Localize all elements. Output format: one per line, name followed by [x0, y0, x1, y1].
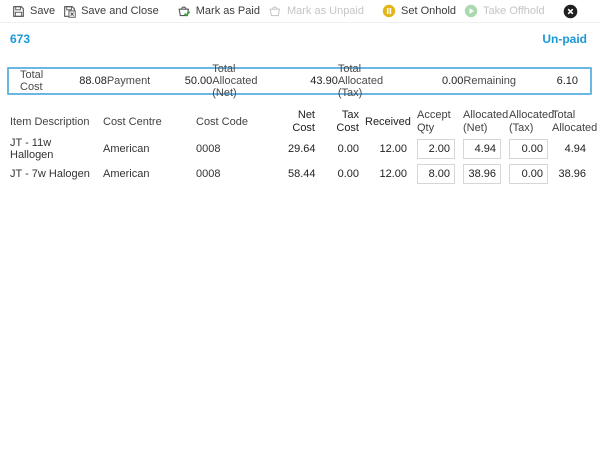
- summary-payment: Payment 50.00: [107, 75, 212, 87]
- summary-total-allocated-tax: Total Allocated (Tax) 0.00: [338, 63, 464, 99]
- summary-value: 6.10: [544, 75, 578, 87]
- table-row: JT - 7w Halogen American 0008 58.44 0.00…: [10, 161, 592, 186]
- record-id: 673: [10, 32, 30, 46]
- net-cost-cell: 29.64: [288, 143, 321, 155]
- col-header-item-description: Item Description: [10, 116, 103, 129]
- save-icon: [12, 5, 25, 18]
- col-header-total-allocated: Total Allocated: [552, 109, 592, 135]
- take-offhold-button[interactable]: Take Offhold: [460, 2, 549, 20]
- summary-value: 50.00: [178, 75, 212, 87]
- allocated-tax-input[interactable]: [509, 139, 548, 159]
- summary-label: Payment: [107, 75, 150, 87]
- allocated-net-input[interactable]: [463, 164, 501, 184]
- save-and-close-label: Save and Close: [81, 5, 159, 17]
- mark-as-paid-label: Mark as Paid: [196, 5, 260, 17]
- net-cost-cell: 58.44: [288, 168, 321, 180]
- col-header-net-cost: Net Cost: [288, 109, 321, 135]
- received-cell: 12.00: [365, 143, 413, 155]
- summary-label: Total Allocated (Tax): [338, 63, 402, 99]
- item-description-cell: JT - 7w Halogen: [10, 168, 103, 180]
- toolbar: Save Save and Close Mark as Paid: [0, 0, 600, 23]
- summary-label: Total Cost: [20, 69, 45, 93]
- summary-remaining: Remaining 6.10: [463, 75, 578, 87]
- play-circle-icon: [464, 4, 478, 18]
- col-header-allocated-net: Allocated (Net): [459, 109, 505, 135]
- save-and-close-button[interactable]: Save and Close: [59, 3, 163, 20]
- accept-qty-input[interactable]: [417, 164, 455, 184]
- col-header-accept-qty: Accept Qty: [413, 109, 459, 135]
- save-label: Save: [30, 5, 55, 17]
- col-header-cost-centre: Cost Centre: [103, 116, 196, 129]
- allocation-table: Item Description Cost Centre Cost Code N…: [10, 108, 592, 186]
- summary-value: 0.00: [429, 75, 463, 87]
- save-button[interactable]: Save: [8, 3, 59, 20]
- basket-unpaid-icon: [268, 4, 282, 18]
- total-allocated-cell: 38.96: [552, 168, 592, 180]
- summary-value: 88.08: [73, 75, 107, 87]
- clear-selection-button[interactable]: [559, 2, 582, 21]
- allocated-net-input[interactable]: [463, 139, 501, 159]
- tax-cost-cell: 0.00: [321, 143, 365, 155]
- cost-code-cell: 0008: [196, 143, 288, 155]
- mark-as-paid-button[interactable]: Mark as Paid: [173, 2, 264, 20]
- received-cell: 12.00: [365, 168, 413, 180]
- record-header: 673 Un-paid: [0, 23, 600, 46]
- set-onhold-button[interactable]: Set Onhold: [378, 2, 460, 20]
- table-header-row: Item Description Cost Centre Cost Code N…: [10, 108, 592, 136]
- take-offhold-label: Take Offhold: [483, 5, 545, 17]
- mark-as-unpaid-label: Mark as Unpaid: [287, 5, 364, 17]
- cost-centre-cell: American: [103, 168, 196, 180]
- pause-circle-icon: [382, 4, 396, 18]
- cost-code-cell: 0008: [196, 168, 288, 180]
- total-allocated-cell: 4.94: [552, 143, 592, 155]
- col-header-tax-cost: Tax Cost: [321, 109, 365, 135]
- summary-total-allocated-net: Total Allocated (Net) 43.90: [212, 63, 338, 99]
- basket-paid-icon: [177, 4, 191, 18]
- tax-cost-cell: 0.00: [321, 168, 365, 180]
- close-circle-icon: [563, 4, 578, 19]
- status-badge: Un-paid: [542, 32, 587, 46]
- item-description-cell: JT - 11w Hallogen: [10, 137, 103, 161]
- summary-bar: Total Cost 88.08 Payment 50.00 Total All…: [7, 67, 592, 95]
- summary-total-cost: Total Cost 88.08: [20, 69, 107, 93]
- col-header-allocated-tax: Allocated (Tax): [505, 109, 552, 135]
- summary-label: Remaining: [463, 75, 516, 87]
- summary-label: Total Allocated (Net): [212, 63, 276, 99]
- save-and-close-icon: [63, 5, 76, 18]
- summary-value: 43.90: [304, 75, 338, 87]
- col-header-cost-code: Cost Code: [196, 116, 288, 129]
- set-onhold-label: Set Onhold: [401, 5, 456, 17]
- mark-as-unpaid-button[interactable]: Mark as Unpaid: [264, 2, 368, 20]
- col-header-received: Received: [365, 116, 413, 129]
- cost-centre-cell: American: [103, 143, 196, 155]
- accept-qty-input[interactable]: [417, 139, 455, 159]
- table-row: JT - 11w Hallogen American 0008 29.64 0.…: [10, 136, 592, 161]
- allocated-tax-input[interactable]: [509, 164, 548, 184]
